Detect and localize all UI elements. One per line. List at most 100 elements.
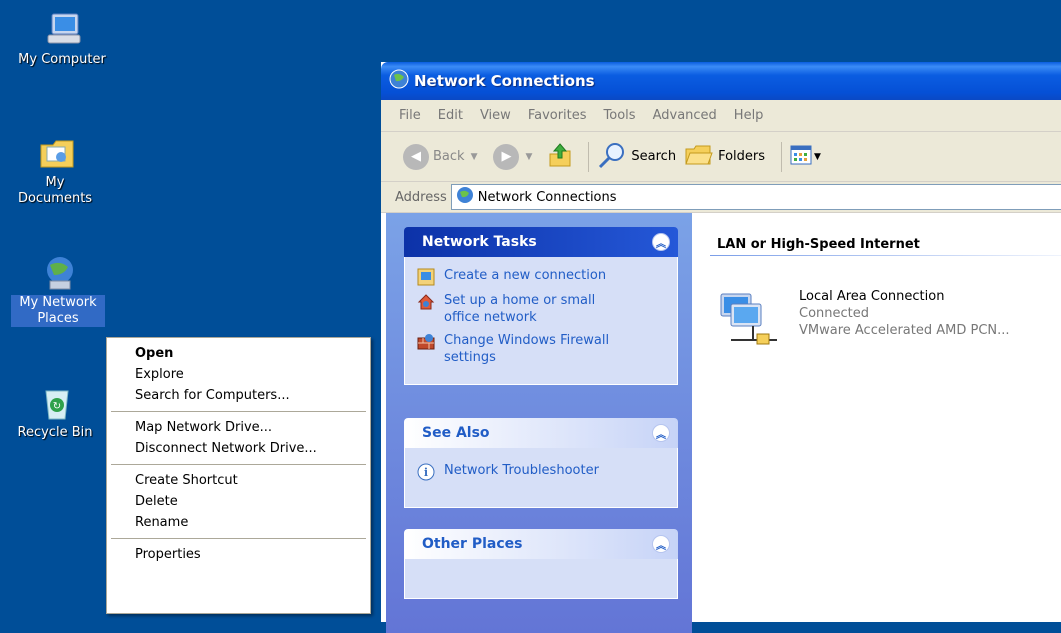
group-header: LAN or High-Speed Internet	[717, 237, 920, 252]
task-pane: Network Tasks ︽ Create a new connection …	[386, 213, 692, 633]
network-tasks-header[interactable]: Network Tasks ︽	[404, 227, 678, 257]
address-bar: Address Network Connections	[381, 182, 1061, 213]
collapse-chevron-icon[interactable]: ︽	[652, 424, 670, 442]
firewall-icon	[417, 333, 435, 351]
info-icon: i	[417, 463, 435, 481]
menu-bar: File Edit View Favorites Tools Advanced …	[381, 100, 1061, 132]
group-divider	[710, 255, 1061, 256]
menu-favorites[interactable]: Favorites	[528, 108, 587, 123]
connection-device: VMware Accelerated AMD PCN...	[799, 323, 1010, 338]
desktop-icon-label: Recycle Bin	[17, 425, 93, 440]
menu-separator	[111, 538, 366, 539]
collapse-chevron-icon[interactable]: ︽	[652, 233, 670, 251]
task-network-troubleshooter[interactable]: i Network Troubleshooter	[417, 462, 665, 481]
network-tasks-title: Network Tasks	[422, 234, 537, 250]
svg-text:i: i	[424, 466, 428, 479]
address-label: Address	[395, 189, 447, 205]
network-connections-icon	[389, 69, 409, 93]
network-connections-window: Network Connections File Edit View Favor…	[381, 62, 1061, 633]
menu-item-delete[interactable]: Delete	[107, 491, 370, 512]
title-bar[interactable]: Network Connections	[381, 62, 1061, 100]
task-home-network[interactable]: Set up a home or small office network	[417, 292, 665, 326]
search-label: Search	[631, 149, 677, 164]
back-label: Back	[433, 149, 465, 164]
folders-icon	[684, 143, 714, 171]
desktop-icon-my-network-places[interactable]: My Network Places	[8, 255, 108, 327]
task-firewall-settings[interactable]: Change Windows Firewall settings	[417, 332, 665, 366]
address-network-icon	[456, 186, 474, 208]
other-places-panel: Other Places ︽	[404, 529, 678, 599]
recycle-bin-icon: ↻	[37, 385, 73, 421]
see-also-title: See Also	[422, 425, 490, 441]
forward-arrow-icon: ▶	[493, 143, 520, 170]
context-menu: Open Explore Search for Computers... Map…	[106, 337, 371, 614]
window-title: Network Connections	[414, 72, 595, 90]
svg-text:↻: ↻	[53, 401, 61, 412]
other-places-header[interactable]: Other Places ︽	[404, 529, 678, 559]
task-create-connection[interactable]: Create a new connection	[417, 267, 665, 286]
see-also-panel: See Also ︽ i Network Troubleshooter	[404, 418, 678, 508]
desktop-icon-label: My Documents	[17, 175, 93, 206]
back-arrow-icon: ◀	[403, 143, 429, 170]
connection-status: Connected	[799, 306, 870, 321]
my-documents-icon	[37, 135, 74, 171]
address-value: Network Connections	[477, 189, 617, 205]
forward-button[interactable]: ▶ ▼	[493, 143, 540, 170]
see-also-header[interactable]: See Also ︽	[404, 418, 678, 448]
search-button[interactable]: Search	[597, 141, 676, 173]
desktop-icon-label: My Computer	[18, 52, 106, 67]
desktop-icon-label: My Network Places	[11, 295, 105, 327]
desktop-icon-my-computer[interactable]: My Computer	[12, 12, 112, 68]
home-network-icon	[417, 293, 435, 311]
toolbar: ◀ Back ▼ ▶ ▼ Search Folders ▼	[381, 132, 1061, 182]
network-places-icon	[40, 255, 76, 291]
other-places-body	[404, 559, 678, 599]
task-label: Network Troubleshooter	[444, 463, 599, 478]
search-icon	[597, 141, 627, 173]
menu-separator	[111, 464, 366, 465]
network-tasks-body: Create a new connection Set up a home or…	[404, 257, 678, 385]
other-places-title: Other Places	[422, 536, 523, 552]
menu-item-open[interactable]: Open	[107, 343, 370, 364]
menu-file[interactable]: File	[399, 108, 421, 123]
views-icon	[790, 145, 812, 169]
menu-item-map-network-drive[interactable]: Map Network Drive...	[107, 417, 370, 438]
back-dropdown-icon[interactable]: ▼	[471, 152, 478, 162]
my-computer-icon	[44, 12, 81, 48]
up-folder-button[interactable]	[548, 142, 572, 172]
toolbar-separator	[781, 141, 783, 172]
desktop-icon-my-documents[interactable]: My Documents	[5, 135, 105, 207]
desktop-icon-recycle-bin[interactable]: ↻ Recycle Bin	[5, 385, 105, 441]
menu-tools[interactable]: Tools	[604, 108, 636, 123]
menu-edit[interactable]: Edit	[438, 108, 463, 123]
menu-item-rename[interactable]: Rename	[107, 512, 370, 533]
collapse-chevron-icon[interactable]: ︽	[652, 535, 670, 553]
connection-details: Local Area Connection Connected VMware A…	[799, 288, 1010, 354]
task-label: Set up a home or small office network	[444, 293, 596, 325]
menu-help[interactable]: Help	[734, 108, 764, 123]
folders-button[interactable]: Folders	[684, 143, 765, 171]
menu-item-disconnect-network-drive[interactable]: Disconnect Network Drive...	[107, 438, 370, 459]
forward-dropdown-icon[interactable]: ▼	[525, 152, 532, 162]
menu-item-create-shortcut[interactable]: Create Shortcut	[107, 470, 370, 491]
address-field[interactable]: Network Connections	[450, 184, 1061, 210]
menu-item-explore[interactable]: Explore	[107, 364, 370, 385]
menu-advanced[interactable]: Advanced	[653, 108, 717, 123]
task-label: Change Windows Firewall settings	[444, 333, 610, 365]
lan-connection-icon	[717, 288, 779, 354]
menu-view[interactable]: View	[480, 108, 511, 123]
folders-label: Folders	[718, 149, 766, 164]
menu-item-properties[interactable]: Properties	[107, 544, 370, 565]
menu-separator	[111, 411, 366, 412]
back-button[interactable]: ◀ Back ▼	[403, 143, 485, 170]
network-tasks-panel: Network Tasks ︽ Create a new connection …	[404, 227, 678, 385]
local-area-connection-item[interactable]: Local Area Connection Connected VMware A…	[717, 288, 1010, 354]
connection-name: Local Area Connection	[799, 289, 945, 304]
new-connection-icon	[417, 268, 435, 286]
menu-item-search-for-computers[interactable]: Search for Computers...	[107, 385, 370, 406]
task-label: Create a new connection	[444, 268, 607, 283]
toolbar-separator	[588, 141, 590, 172]
content-pane: LAN or High-Speed Internet Local Area Co…	[692, 213, 1061, 622]
views-button[interactable]: ▼	[790, 145, 821, 169]
up-folder-icon	[548, 142, 572, 172]
